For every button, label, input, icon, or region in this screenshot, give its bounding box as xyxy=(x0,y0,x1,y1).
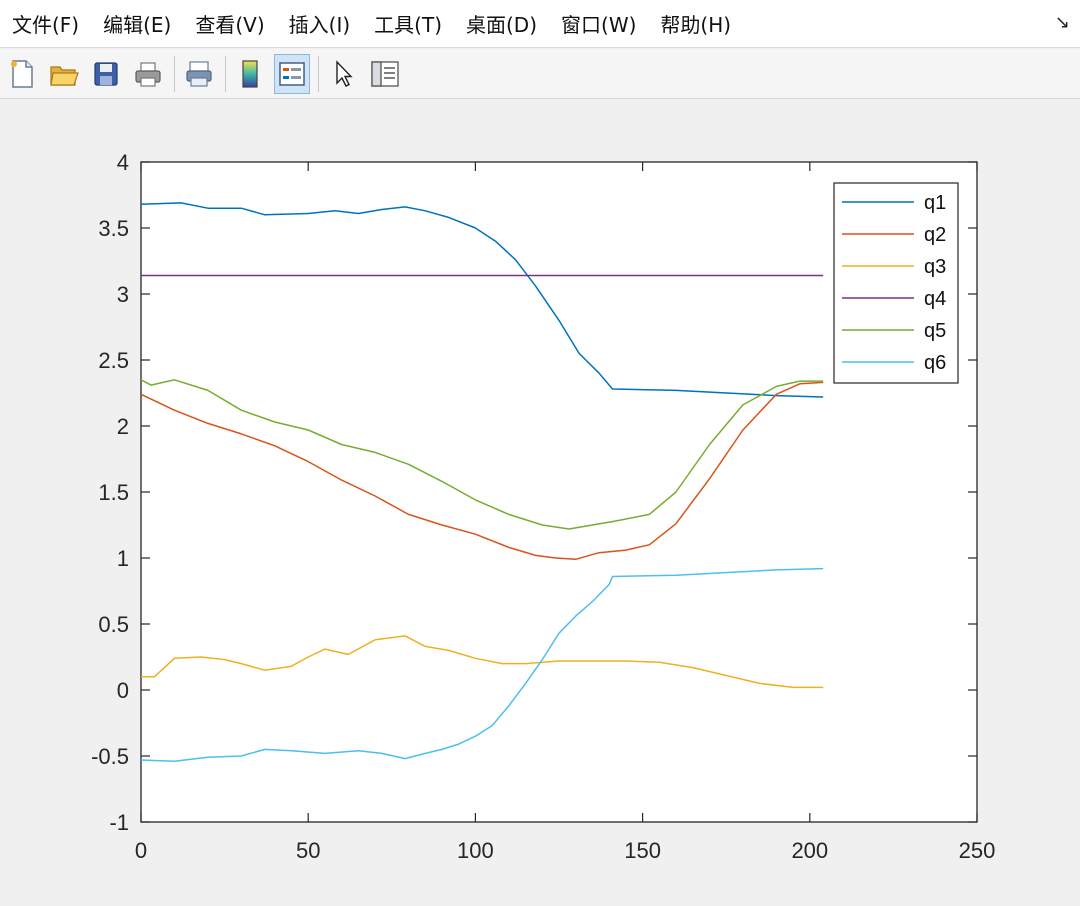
x-tick-label: 0 xyxy=(135,838,147,863)
new-file-icon[interactable] xyxy=(4,54,40,94)
menu-desktop[interactable]: 桌面(D) xyxy=(454,0,549,48)
x-tick-label: 150 xyxy=(624,838,661,863)
y-tick-label: 0 xyxy=(117,678,129,703)
print-icon[interactable] xyxy=(130,54,166,94)
y-tick-label: 4 xyxy=(117,150,129,175)
toolbar xyxy=(0,49,1080,99)
y-tick-label: 2.5 xyxy=(98,348,129,373)
toolbar-separator xyxy=(174,55,175,92)
menu-insert[interactable]: 插入(I) xyxy=(277,0,363,48)
property-inspector-icon[interactable] xyxy=(367,54,403,94)
y-tick-label: 1 xyxy=(117,546,129,571)
x-tick-label: 200 xyxy=(791,838,828,863)
select-pointer-icon[interactable] xyxy=(325,54,361,94)
legend-label-q2: q2 xyxy=(924,224,946,246)
colorbar-icon[interactable] xyxy=(232,54,268,94)
open-folder-icon[interactable] xyxy=(46,54,82,94)
y-tick-label: 1.5 xyxy=(98,480,129,505)
legend-label-q4: q4 xyxy=(924,288,946,310)
legend-label-q5: q5 xyxy=(924,320,946,342)
menu-tools[interactable]: 工具(T) xyxy=(362,0,454,48)
y-tick-label: 2 xyxy=(117,414,129,439)
y-tick-label: 3 xyxy=(117,282,129,307)
save-icon[interactable] xyxy=(88,54,124,94)
y-tick-label: 3.5 xyxy=(98,216,129,241)
legend-label-q6: q6 xyxy=(924,352,946,374)
dock-arrow-icon[interactable]: ↘ xyxy=(1055,12,1070,33)
menu-file[interactable]: 文件(F) xyxy=(0,0,91,48)
menu-help[interactable]: 帮助(H) xyxy=(648,0,743,48)
x-tick-label: 100 xyxy=(457,838,494,863)
legend-icon[interactable] xyxy=(274,53,310,94)
menu-bar: 文件(F) 编辑(E) 查看(V) 插入(I) 工具(T) 桌面(D) 窗口(W… xyxy=(0,0,1080,48)
menu-view[interactable]: 查看(V) xyxy=(183,0,276,48)
menu-window[interactable]: 窗口(W) xyxy=(549,0,648,48)
legend-label-q3: q3 xyxy=(924,256,946,278)
menu-edit[interactable]: 编辑(E) xyxy=(91,0,183,48)
y-tick-label: -0.5 xyxy=(91,744,129,769)
line-chart: 0 50 100 150 200 250 -1 -0.5 0 0.5 1 1.5 2 2.5 3 3.5 4 q1… xyxy=(91,150,996,863)
print-preview-icon[interactable] xyxy=(181,54,217,94)
x-tick-label: 50 xyxy=(296,838,320,863)
toolbar-separator xyxy=(225,55,226,92)
y-tick-label: 0.5 xyxy=(98,612,129,637)
legend-label-q1: q1 xyxy=(924,192,946,214)
x-tick-label: 250 xyxy=(959,838,996,863)
toolbar-separator xyxy=(318,55,319,92)
y-tick-label: -1 xyxy=(109,810,129,835)
